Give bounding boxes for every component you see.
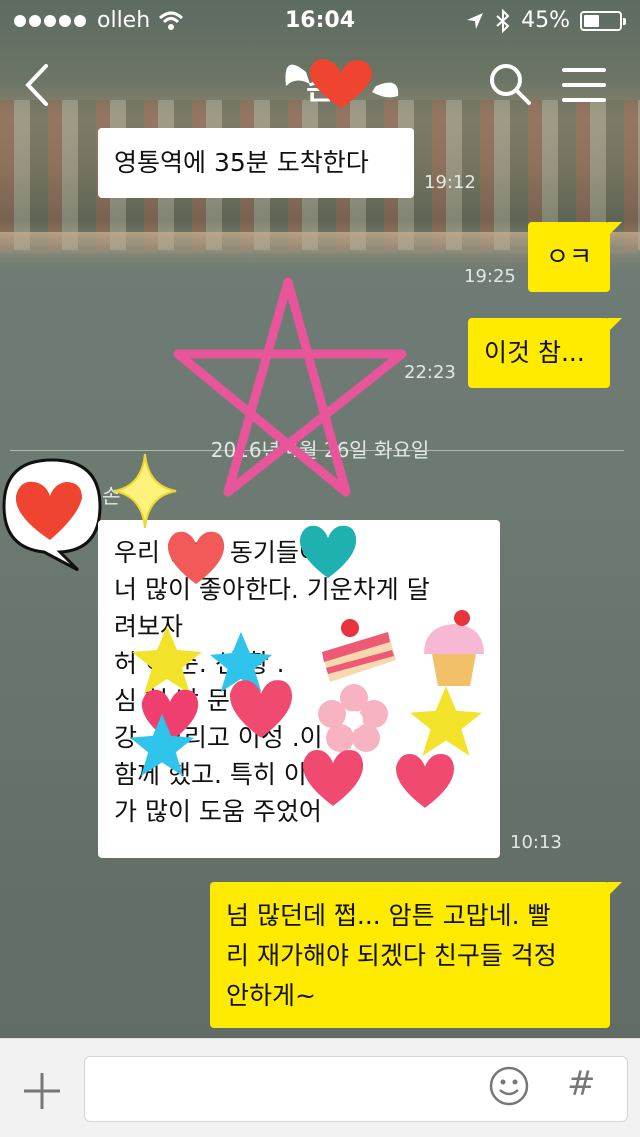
star-sticker xyxy=(173,277,407,497)
heart-sticker xyxy=(167,531,225,584)
message-bubble-sent-long[interactable]: 넘 많던데 쩝... 암튼 고맙네. 빨 리 재가해야 되겠다 친구들 걱정 안… xyxy=(210,882,622,1028)
message-time: 19:12 xyxy=(424,172,476,193)
message-bubble-sent[interactable]: ㅇㅋ xyxy=(528,222,622,292)
battery-percent: 45% xyxy=(521,8,570,33)
message-line: 안하게~ xyxy=(226,981,316,1010)
heart-sticker xyxy=(395,753,455,808)
status-bar: olleh 16:04 45% xyxy=(0,0,640,40)
menu-icon[interactable] xyxy=(562,68,606,113)
battery-fill xyxy=(584,14,599,27)
winged-heart-icon xyxy=(285,59,399,108)
message-time: 10:13 xyxy=(510,832,562,853)
message-text: 영통역에 35분 도착한다 xyxy=(114,148,369,177)
cake-sticker xyxy=(322,619,396,682)
message-text: ㅇㅋ xyxy=(545,242,592,271)
hashtag-search-button[interactable]: # xyxy=(567,1064,596,1104)
message-time: 19:25 xyxy=(464,266,516,287)
message-text: 이것 참... xyxy=(484,338,585,367)
search-icon[interactable] xyxy=(488,62,532,106)
message-bubble-received[interactable]: 영통역에 35분 도착한다 xyxy=(98,128,414,198)
sparkle-sticker xyxy=(113,453,177,529)
message-bubble-sent[interactable]: 이것 참... xyxy=(468,318,622,388)
message-time: 22:23 xyxy=(404,362,456,383)
status-right: 45% xyxy=(465,8,626,33)
blue-star-sticker xyxy=(129,713,195,777)
chat-header: 손 xyxy=(0,40,640,130)
plus-icon[interactable] xyxy=(22,1071,62,1111)
input-bar xyxy=(0,1038,640,1137)
teal-heart-sticker xyxy=(299,525,357,578)
heart-sticker xyxy=(302,750,364,806)
message-line: 넘 많던데 쩝... 암튼 고맙네. 빨 xyxy=(226,901,551,930)
flower-sticker xyxy=(318,684,388,752)
message-input[interactable] xyxy=(84,1056,628,1122)
cupcake-sticker xyxy=(424,610,484,686)
battery-icon xyxy=(580,10,626,31)
message-line: 리 재가해야 되겠다 친구들 걱정 xyxy=(226,941,557,970)
bluetooth-icon xyxy=(496,8,510,33)
location-arrow-icon xyxy=(467,12,484,29)
heart-sticker xyxy=(229,680,293,738)
emoticon-icon[interactable] xyxy=(488,1065,530,1107)
avatar-heart-speech-icon[interactable] xyxy=(0,454,106,572)
